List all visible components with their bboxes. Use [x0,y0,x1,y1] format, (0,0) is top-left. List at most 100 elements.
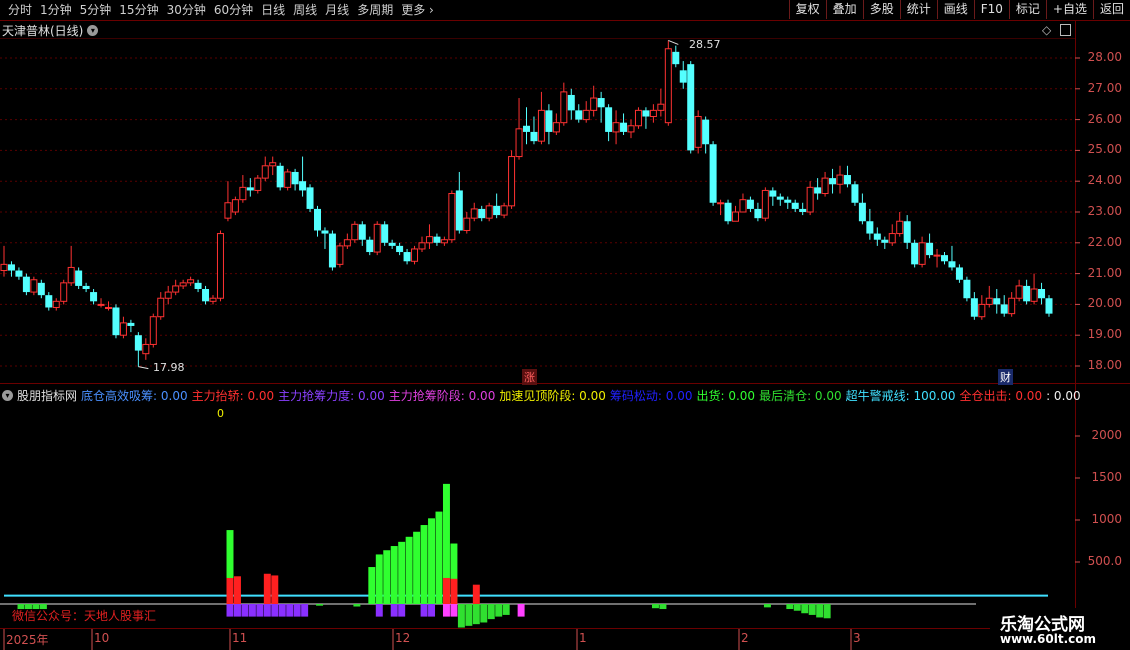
candle [1023,279,1031,305]
candle [985,285,993,308]
candle [829,168,837,194]
candle [157,292,165,320]
candle [941,252,948,265]
candle [858,193,866,225]
candle [933,248,941,268]
candle [105,301,112,311]
chevron-down-icon[interactable]: ▾ [2,390,13,401]
brand-logo: 乐淘公式网 www.60lt.com [990,608,1130,650]
indicator-axis-label: 1500 [1091,470,1122,484]
candle [52,298,60,311]
candle [702,116,710,154]
candle [903,215,911,249]
candle [717,199,725,216]
candle [30,276,38,296]
candle [284,168,292,191]
candle [739,193,747,213]
indicator-bar [786,604,794,610]
candle [82,282,90,293]
candle [299,156,307,197]
candle [418,236,426,253]
indicator-bar [801,604,809,614]
candle [276,162,284,191]
indicator-bar [390,604,398,617]
candle [172,279,180,296]
indicator-bar [651,604,659,609]
candle [881,236,889,249]
indicator-bar [420,604,428,617]
indicator-bar [383,550,391,604]
candle [463,212,471,234]
candle [179,279,187,289]
candle [209,295,217,305]
candle [411,245,419,265]
indicator-bar [293,604,301,617]
indicator-bar [808,604,816,615]
candle [142,338,150,360]
candle [164,285,172,305]
indicator-bar [390,546,398,604]
candle [224,181,232,222]
candle [194,279,202,293]
indicator-bar [233,576,241,604]
candle [470,202,478,222]
candle [45,292,53,311]
candle [15,267,23,280]
panel-toggle-icon[interactable] [1060,24,1071,36]
legend-item-2: 主力抢筹力度: 0.00 [278,389,385,403]
candle [425,224,433,249]
candle [657,88,665,117]
indicator-bar [375,604,383,617]
zhang-badge[interactable]: 涨 [522,369,537,385]
candle [1015,279,1023,302]
diamond-icon[interactable]: ◇ [1042,23,1051,37]
candle [254,175,262,194]
candle [582,101,590,123]
candle [523,107,530,145]
candle [37,279,45,299]
indicator-bar [405,536,413,604]
indicator-axis: 2000 1500 1000 500.0 [1075,0,1130,650]
candle [761,187,769,222]
indicator-bar [823,604,831,619]
cai-badge[interactable]: 财 [998,369,1013,385]
candle [769,187,777,206]
candle [754,202,762,222]
indicator-bar [472,584,480,604]
indicator-bar [502,604,510,615]
candle [187,276,195,286]
indicator-bar [495,604,503,617]
indicator-legend: ▾ 股朋指标网 底仓高效吸筹: 0.00 主力抬轿: 0.00 主力抢筹力度: 0.… [2,387,1085,404]
indicator-bar [233,604,241,617]
candle [612,110,620,145]
time-axis-label: 10 [94,631,110,645]
candle [336,242,344,268]
stock-title-bar: 天津普林(日线) ▾ [2,22,99,39]
candle [821,171,829,197]
candlestick-series [0,39,1053,370]
candle [732,205,739,222]
indicator-bar [428,518,436,604]
legend-item-6: 出货: 0.00 [696,389,756,403]
time-axis-label: 1 [579,631,587,645]
legend-item-7: 最后清仓: 0.00 [759,389,842,403]
chevron-down-icon[interactable]: ▾ [87,25,99,36]
indicator-bar [517,604,525,617]
indicator-bar [271,604,279,617]
candle [709,141,717,206]
candle [381,221,389,246]
candle [530,116,538,145]
candle [911,239,919,268]
candle [634,107,642,129]
candle [508,150,516,209]
indicator-axis-label: 500.0 [1087,554,1122,568]
candle [396,242,404,256]
candle [896,212,904,237]
candle [687,61,695,154]
time-axis-label: 11 [232,631,248,645]
indicator-bar [226,577,234,604]
candle [918,236,926,268]
candle [620,113,628,135]
legend-item-5: 筹码松动: 0.00 [609,389,693,403]
candle [306,184,314,212]
